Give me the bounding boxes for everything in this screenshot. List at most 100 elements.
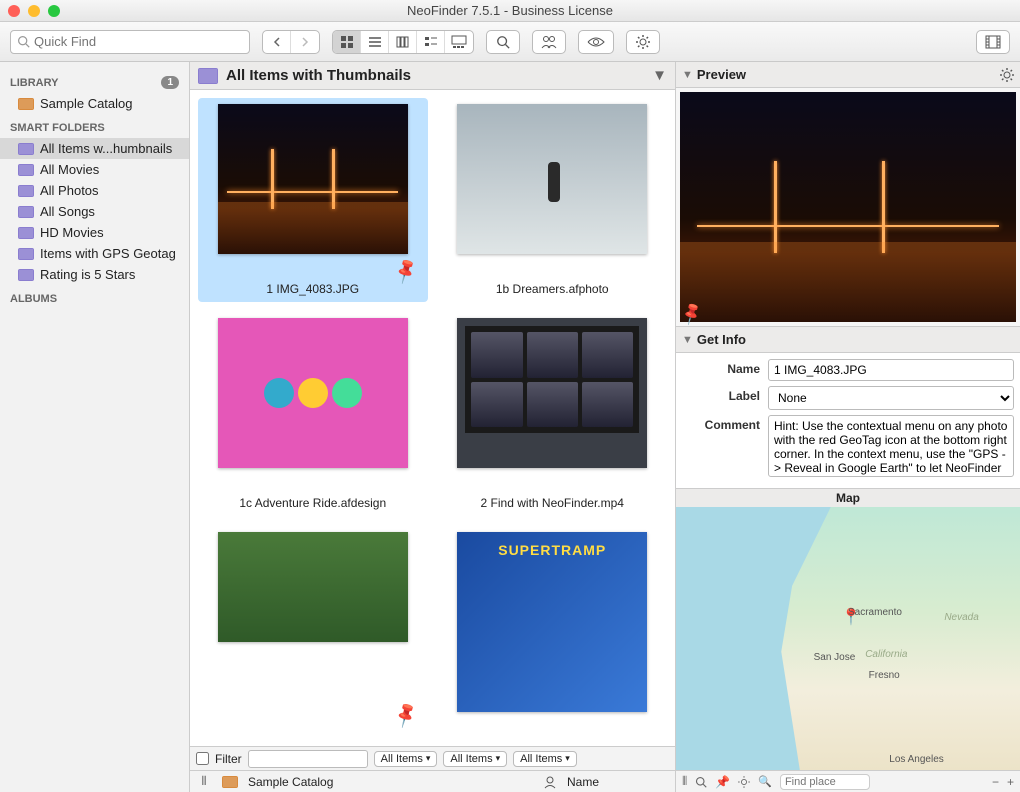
map-region-label: California [865, 649, 907, 660]
geotag-pin-icon: 📌 [391, 257, 421, 286]
thumbnail-image [457, 104, 647, 254]
preview-toggle-button[interactable] [578, 30, 614, 54]
nav-back-forward [262, 30, 320, 54]
status-path: Sample Catalog [248, 775, 333, 789]
titlebar: NeoFinder 7.5.1 - Business License [0, 0, 1020, 22]
filter-label: Filter [215, 752, 242, 766]
smartfolder-icon [18, 164, 34, 176]
smartfolder-icon [18, 185, 34, 197]
disclosure-icon[interactable]: ▼ [682, 334, 693, 346]
folder-icon [198, 68, 218, 84]
smartfolder-icon [18, 227, 34, 239]
content-area: All Items with Thumbnails ▼ 📌 1 IMG_4083… [190, 62, 675, 792]
content-header: All Items with Thumbnails ▼ [190, 62, 675, 90]
pin-icon[interactable]: 📌 [715, 775, 730, 789]
sidebar-item-all-photos[interactable]: All Photos [0, 180, 189, 201]
filter-bar: Filter All Items ▾ All Items ▾ All Items… [190, 746, 675, 770]
thumbnail-image [457, 318, 647, 468]
status-bar: ⦀ Sample Catalog Name [190, 770, 675, 792]
comment-field[interactable]: Hint: Use the contextual menu on any pho… [768, 415, 1014, 477]
path-toggle-icon[interactable]: ⦀ [196, 774, 212, 789]
map-grip-icon[interactable]: ⦀ [682, 774, 687, 789]
label-select[interactable]: None [768, 386, 1014, 410]
sidebar-library-header: LIBRARY 1 [0, 68, 189, 93]
thumbnail-item[interactable]: 2 Find with NeoFinder.mp4 [438, 312, 668, 516]
gear-icon[interactable] [1000, 68, 1014, 82]
settings-button[interactable] [626, 30, 660, 54]
sidebar-item-hd-movies[interactable]: HD Movies [0, 222, 189, 243]
search-button[interactable] [486, 30, 520, 54]
quick-find-search[interactable] [10, 30, 250, 54]
view-column-button[interactable] [389, 31, 417, 53]
thumbnail-label: 1 IMG_4083.JPG [266, 282, 359, 296]
zoom-out-icon[interactable]: − [992, 775, 999, 789]
sidebar-albums-header: ALBUMS [0, 285, 189, 309]
view-list-button[interactable] [361, 31, 389, 53]
people-button[interactable] [532, 30, 566, 54]
person-icon [543, 775, 557, 789]
nav-forward-button[interactable] [291, 31, 319, 53]
disclosure-icon[interactable]: ▼ [682, 69, 693, 81]
smartfolder-icon [18, 269, 34, 281]
thumbnail-image [218, 104, 408, 254]
map-city-label: Los Angeles [889, 754, 944, 765]
thumbnail-item[interactable]: 1c Adventure Ride.afdesign [198, 312, 428, 516]
thumbnail-label: 1b Dreamers.afphoto [496, 282, 609, 296]
filter-text-input[interactable] [248, 750, 368, 768]
thumbnail-image: SUPERTRAMP [457, 532, 647, 712]
view-gallery-button[interactable] [445, 31, 473, 53]
filter-checkbox[interactable] [196, 752, 209, 765]
smartfolder-icon [18, 248, 34, 260]
view-detail-button[interactable] [417, 31, 445, 53]
thumbnail-label: 2 Find with NeoFinder.mp4 [481, 496, 624, 510]
sidebar: LIBRARY 1 Sample Catalog SMART FOLDERS A… [0, 62, 190, 792]
preview-header: ▼ Preview [676, 62, 1020, 88]
map-view[interactable]: 📍 Sacramento San Jose Fresno Los Angeles… [676, 507, 1020, 770]
sidebar-item-all-songs[interactable]: All Songs [0, 201, 189, 222]
getinfo-header: ▼ Get Info [676, 327, 1020, 353]
toolbar [0, 22, 1020, 62]
thumbnail-image [218, 318, 408, 468]
map-search-input[interactable] [780, 774, 870, 790]
film-button[interactable] [976, 30, 1010, 54]
inspector-panel: ▼ Preview 📌 ▼ Get Info Name Label [675, 62, 1020, 792]
filter-pill-3[interactable]: All Items ▾ [513, 751, 577, 767]
filter-pill-2[interactable]: All Items ▾ [443, 751, 507, 767]
quick-find-input[interactable] [34, 34, 243, 49]
view-mode-segment [332, 30, 474, 54]
field-label-label: Label [682, 386, 760, 403]
thumbnail-image [218, 532, 408, 642]
smartfolder-icon [18, 206, 34, 218]
sidebar-item-all-thumbnails[interactable]: All Items w...humbnails [0, 138, 189, 159]
dropdown-icon[interactable]: ▼ [652, 67, 667, 84]
name-field[interactable] [768, 359, 1014, 381]
gear-icon[interactable] [738, 776, 750, 788]
sidebar-smart-header: SMART FOLDERS [0, 114, 189, 138]
sidebar-item-sample-catalog[interactable]: Sample Catalog [0, 93, 189, 114]
map-region-label: Nevada [944, 612, 978, 623]
getinfo-body: Name Label None Comment Hint: Use the co… [676, 353, 1020, 488]
thumbnail-item[interactable]: 📌 [198, 526, 428, 746]
map-footer: ⦀ 📌 🔍 − + [676, 770, 1020, 792]
search-icon[interactable] [695, 776, 707, 788]
status-name: Name [567, 775, 599, 789]
thumbnail-label: 1c Adventure Ride.afdesign [239, 496, 386, 510]
geotag-pin-icon: 📌 [391, 701, 421, 730]
content-title: All Items with Thumbnails [226, 67, 411, 84]
sidebar-item-all-movies[interactable]: All Movies [0, 159, 189, 180]
filter-pill-1[interactable]: All Items ▾ [374, 751, 438, 767]
field-label-comment: Comment [682, 415, 760, 432]
sidebar-item-gps-geotag[interactable]: Items with GPS Geotag [0, 243, 189, 264]
thumbnail-item[interactable]: 1b Dreamers.afphoto [438, 98, 668, 302]
smartfolder-icon [18, 143, 34, 155]
map-city-label: San Jose [814, 652, 856, 663]
zoom-in-icon[interactable]: + [1007, 775, 1014, 789]
nav-back-button[interactable] [263, 31, 291, 53]
map-city-label: Sacramento [848, 607, 902, 618]
map-section: Map 📍 Sacramento San Jose Fresno Los Ang… [676, 488, 1020, 792]
view-icon-button[interactable] [333, 31, 361, 53]
thumbnail-item[interactable]: 📌 1 IMG_4083.JPG [198, 98, 428, 302]
thumbnail-item[interactable]: SUPERTRAMP [438, 526, 668, 746]
sidebar-item-rating-5[interactable]: Rating is 5 Stars [0, 264, 189, 285]
catalog-icon [18, 98, 34, 110]
